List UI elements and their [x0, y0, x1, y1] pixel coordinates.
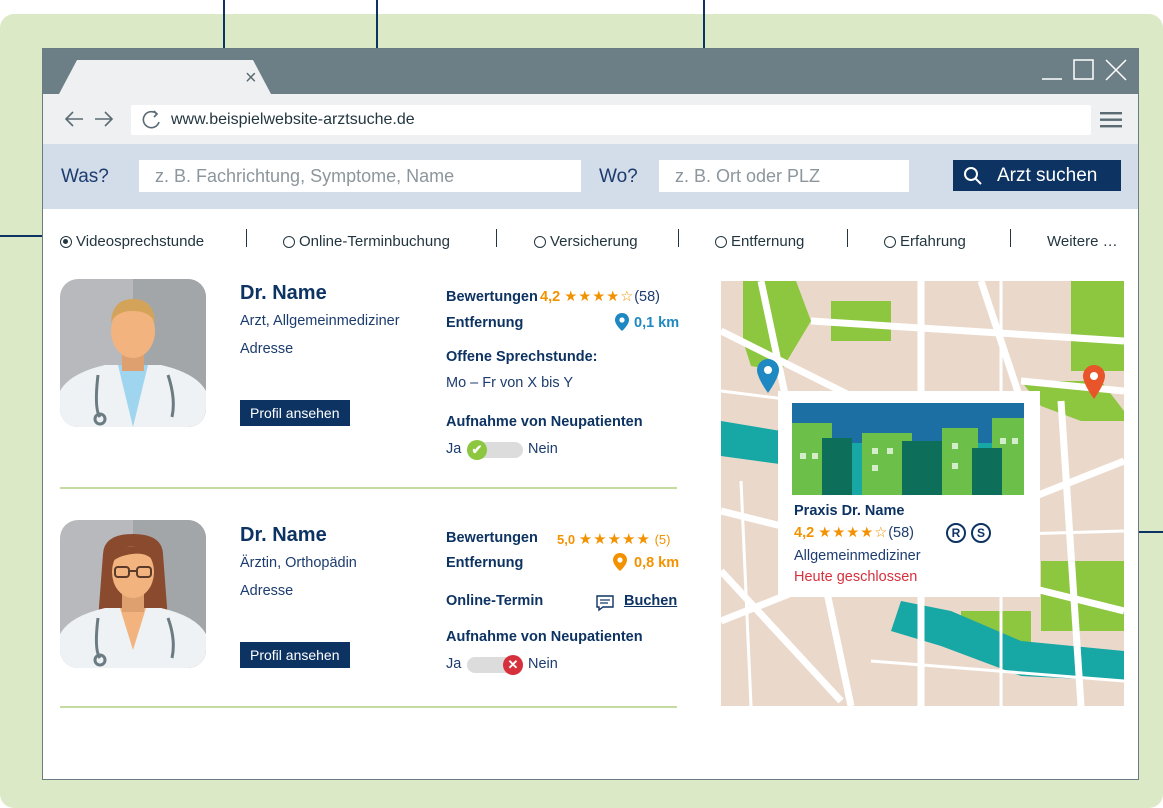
rating-stars: ★★★★☆	[818, 525, 889, 541]
filter-separator	[496, 229, 497, 247]
toggle-no-label: Nein	[528, 656, 558, 672]
distance-value: 0,1 km	[634, 315, 680, 331]
hamburger-menu-icon[interactable]	[1100, 112, 1122, 128]
url-text: www.beispielwebsite-arztsuche.de	[171, 111, 415, 128]
search-button[interactable]: Arzt suchen	[953, 160, 1121, 191]
url-field[interactable]: www.beispielwebsite-arztsuche.de	[131, 105, 1091, 135]
search-bar: Was? z. B. Fachrichtung, Symptome, Name …	[43, 144, 1138, 209]
minimize-icon[interactable]	[1040, 57, 1064, 83]
doctor-address: Adresse	[240, 583, 294, 599]
practice-image	[792, 403, 1024, 495]
view-profile-button[interactable]: Profil ansehen	[240, 642, 350, 668]
toggle-yes-label: Ja	[446, 656, 462, 672]
title-bar: ×	[43, 49, 1138, 94]
rating-count: (5)	[654, 532, 671, 547]
back-icon[interactable]	[63, 110, 85, 128]
radio-icon	[715, 235, 727, 248]
divider	[60, 487, 677, 489]
rating-value: 4,2	[794, 525, 815, 541]
distance-label: Entfernung	[446, 555, 524, 571]
callout-line	[0, 235, 48, 237]
where-label: Wo?	[599, 166, 638, 187]
filter-separator	[678, 229, 679, 247]
open-hours-label: Offene Sprechstunde:	[446, 349, 598, 365]
filter-online-terminbuchung[interactable]: Online-Terminbuchung	[283, 233, 450, 250]
where-input[interactable]: z. B. Ort oder PLZ	[659, 160, 909, 192]
filter-separator	[246, 229, 247, 247]
check-icon: ✔	[467, 440, 487, 460]
forward-icon[interactable]	[93, 110, 115, 128]
practice-rating: 4,2 ★★★★☆(58)	[794, 525, 914, 541]
rating-stars: ★★★★★	[578, 531, 651, 548]
reload-icon[interactable]	[141, 109, 163, 131]
view-profile-button[interactable]: Profil ansehen	[240, 400, 350, 426]
toggle-yes-label: Ja	[446, 441, 462, 457]
distance-label: Entfernung	[446, 315, 524, 331]
map-pin-orange-icon[interactable]	[1083, 365, 1105, 399]
filter-versicherung[interactable]: Versicherung	[534, 233, 638, 250]
open-hours-value: Mo – Fr von X bis Y	[446, 375, 574, 391]
location-pin-icon	[613, 553, 627, 571]
new-patients-label: Aufnahme von Neupatienten	[446, 629, 643, 645]
practice-name: Praxis Dr. Name	[794, 503, 905, 519]
practice-specialty: Allgemeinmediziner	[794, 548, 921, 564]
filter-bar: Videosprechstunde Online-Terminbuchung V…	[43, 209, 1138, 269]
toggle-no-label: Nein	[528, 441, 558, 457]
chat-icon	[596, 595, 614, 612]
book-link[interactable]: Buchen	[624, 593, 677, 609]
rating-value: 4,2	[540, 289, 561, 305]
browser-window: × www.beispielwebsite-arztsuche.de Was? …	[42, 48, 1139, 780]
practice-status: Heute geschlossen	[794, 569, 918, 585]
map-pin-blue-icon[interactable]	[757, 359, 779, 393]
radio-icon	[283, 235, 295, 248]
rating-value: 5,0	[557, 532, 576, 547]
rating-count: (58)	[634, 289, 660, 305]
search-icon	[964, 166, 982, 185]
filter-entfernung[interactable]: Entfernung	[715, 233, 804, 250]
browser-tab[interactable]	[59, 60, 271, 94]
rating-summary: 5,0 ★★★★★ (5)	[557, 530, 670, 548]
filter-weitere[interactable]: Weitere …	[1047, 233, 1118, 250]
maximize-icon[interactable]	[1072, 57, 1096, 83]
doctor-name[interactable]: Dr. Name	[240, 524, 327, 547]
address-bar: www.beispielwebsite-arztsuche.de	[43, 94, 1138, 144]
doctor-specialty: Ärztin, Orthopädin	[240, 555, 357, 571]
new-patients-toggle[interactable]: ✕	[467, 655, 523, 675]
what-input[interactable]: z. B. Fachrichtung, Symptome, Name	[139, 160, 581, 192]
filter-erfahrung[interactable]: Erfahrung	[884, 233, 966, 250]
doctor-address: Adresse	[240, 341, 294, 357]
radio-icon	[534, 235, 546, 248]
close-icon[interactable]	[1104, 57, 1128, 83]
rating-stars: ★★★★☆	[564, 289, 635, 305]
filter-separator	[847, 229, 848, 247]
rating-summary: 4,2 ★★★★☆(58)	[540, 289, 660, 305]
tab-close-icon[interactable]: ×	[245, 68, 257, 88]
radio-icon	[884, 235, 896, 248]
search-button-label: Arzt suchen	[997, 164, 1098, 186]
rating-count: (58)	[888, 525, 914, 541]
badge-s-icon: S	[971, 523, 991, 543]
ratings-label: Bewertungen	[446, 289, 538, 305]
doctor-avatar-female	[60, 520, 206, 668]
divider	[60, 706, 677, 708]
doctor-avatar-male	[60, 279, 206, 427]
new-patients-label: Aufnahme von Neupatienten	[446, 414, 643, 430]
filter-separator	[1010, 229, 1011, 247]
filter-videosprechstunde[interactable]: Videosprechstunde	[60, 233, 204, 250]
doctor-specialty: Arzt, Allgemeinmediziner	[240, 313, 400, 329]
badge-r-icon: R	[946, 523, 966, 543]
distance-value: 0,8 km	[634, 555, 680, 571]
what-label: Was?	[61, 166, 109, 187]
radio-selected-icon	[60, 235, 72, 248]
ratings-label: Bewertungen	[446, 530, 538, 546]
new-patients-toggle[interactable]: ✔	[467, 440, 523, 460]
window-controls	[1040, 57, 1128, 83]
x-icon: ✕	[503, 655, 523, 675]
doctor-name[interactable]: Dr. Name	[240, 282, 327, 305]
online-appointment-label: Online-Termin	[446, 593, 544, 609]
map-popup[interactable]: Praxis Dr. Name 4,2 ★★★★☆(58) R S Allgem…	[778, 391, 1040, 597]
location-pin-icon	[615, 313, 629, 331]
